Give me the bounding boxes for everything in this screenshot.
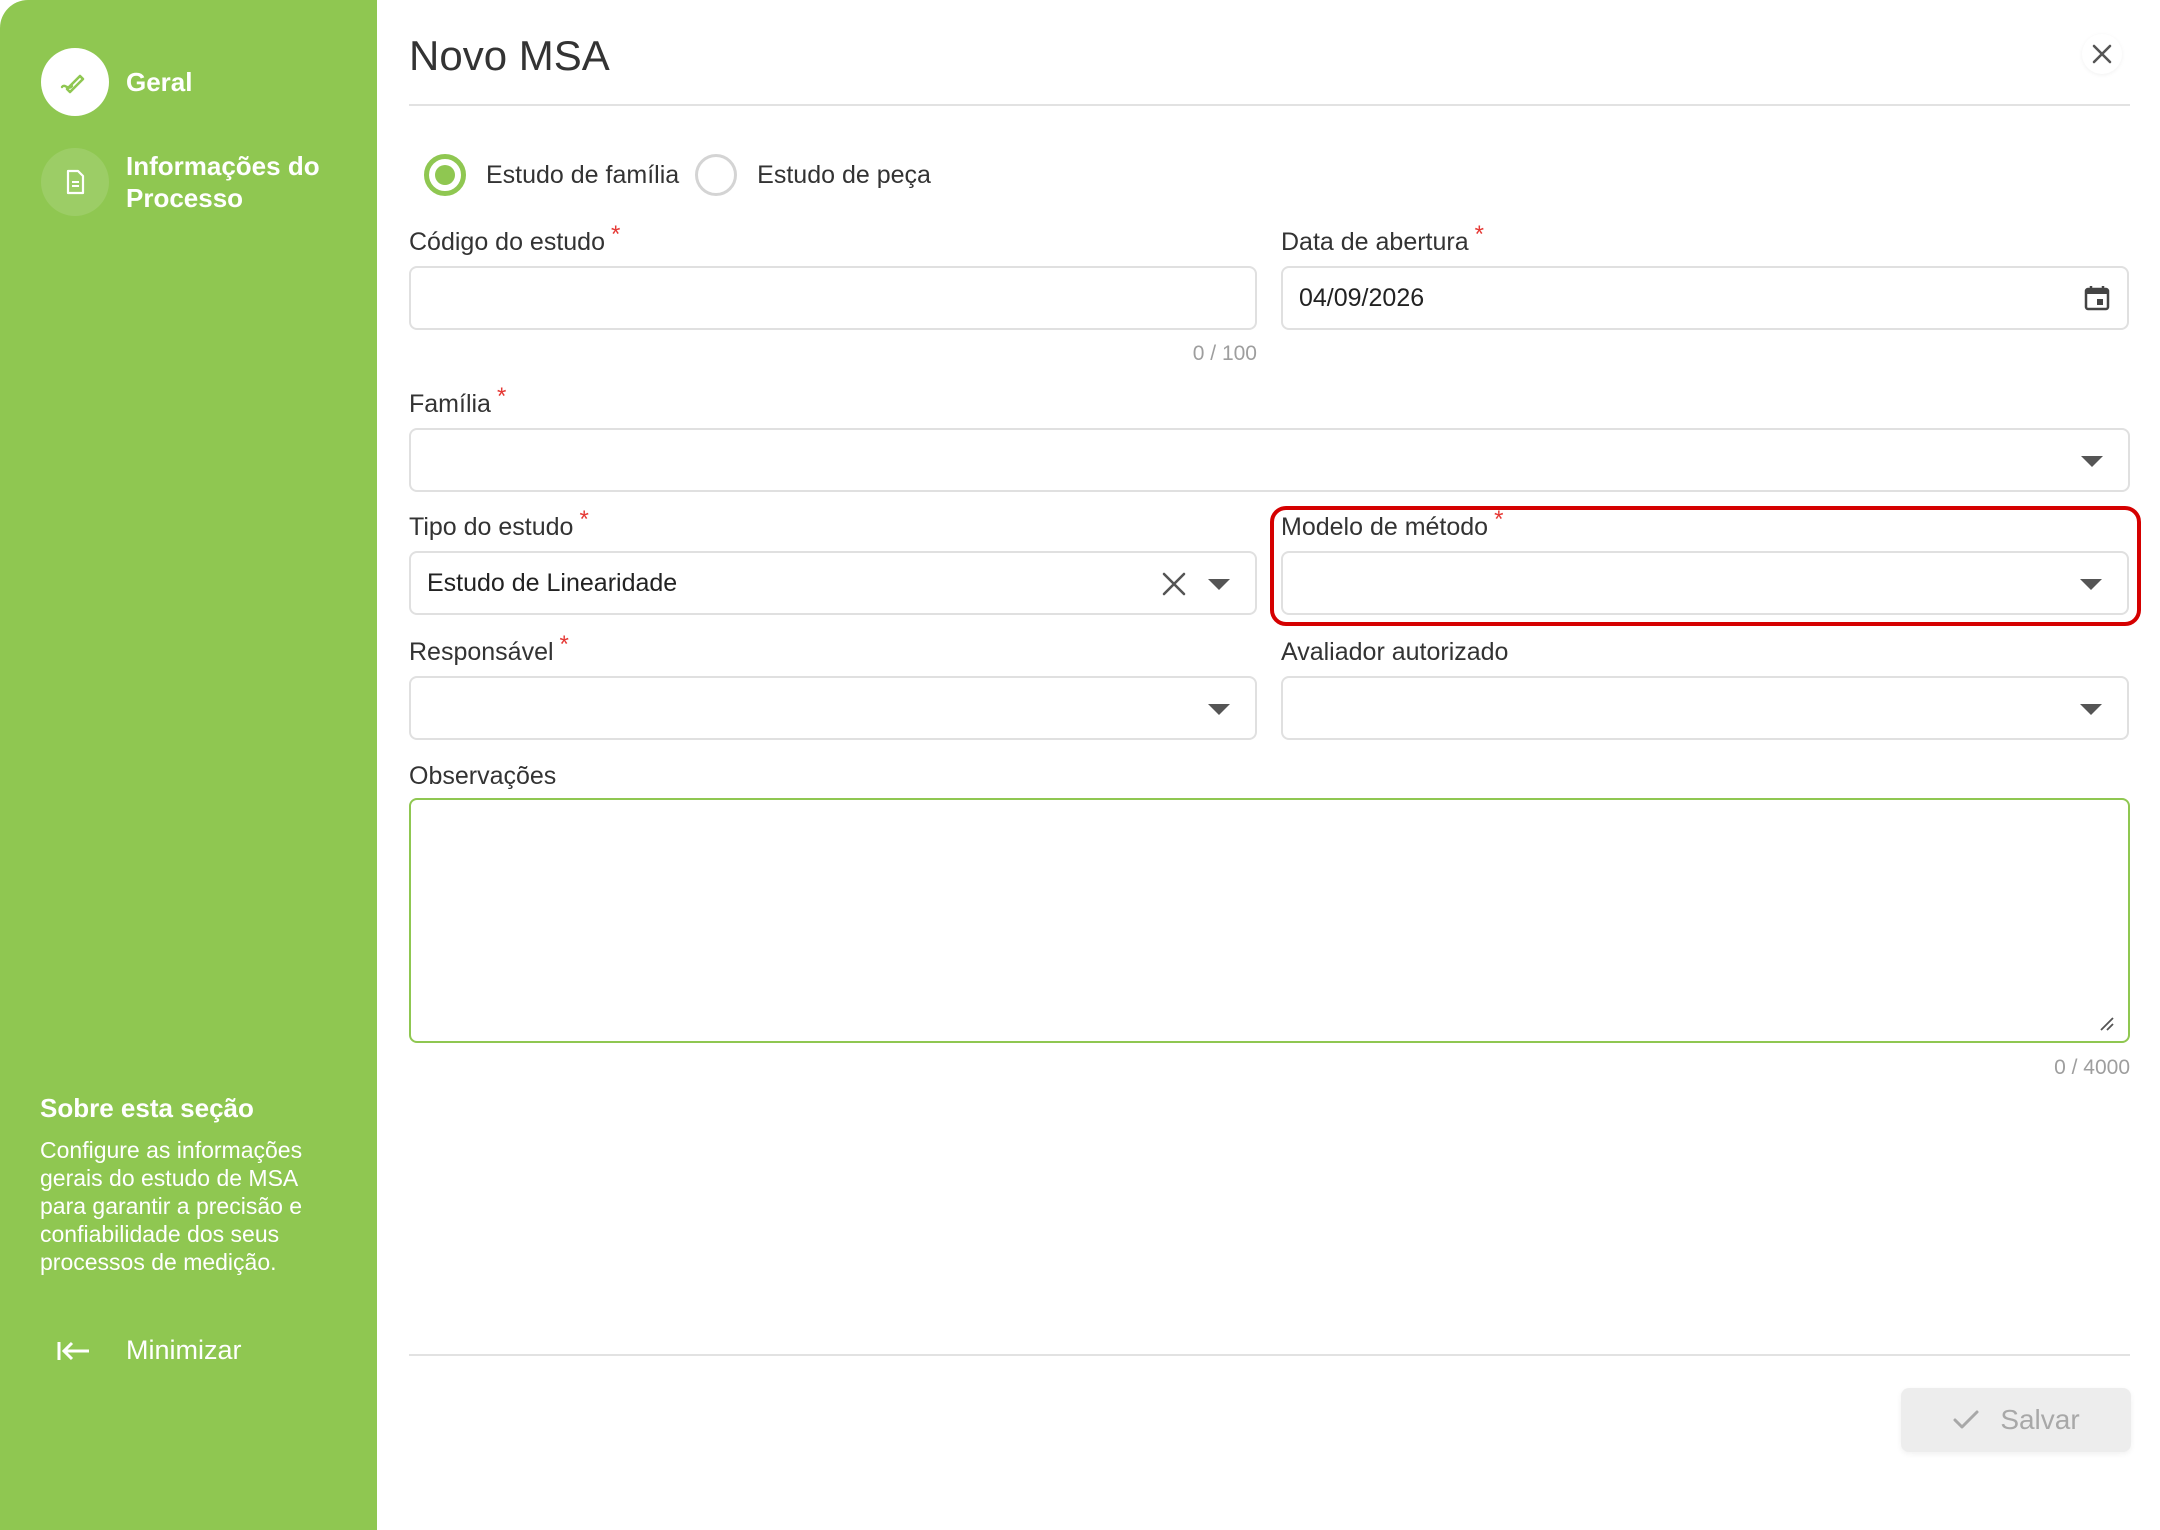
sidebar-item-label: Informações do Processo bbox=[126, 151, 320, 213]
sidebar-item-informacoes[interactable]: Informações do Processo bbox=[41, 148, 346, 216]
save-button[interactable]: Salvar bbox=[1901, 1388, 2131, 1452]
sidebar-item-label: Geral bbox=[126, 67, 193, 97]
radio-label: Estudo de família bbox=[486, 160, 680, 189]
codigo-input[interactable] bbox=[409, 266, 1257, 330]
familia-label: Família * bbox=[409, 383, 507, 418]
about-text: Configure as informações gerais do estud… bbox=[40, 1137, 303, 1275]
tipo-estudo-select[interactable]: Estudo de Linearidade bbox=[409, 551, 1257, 615]
collapse-left-icon bbox=[57, 1341, 89, 1360]
pencil-icon bbox=[60, 74, 85, 94]
data-abertura-label: Data de abertura * bbox=[1281, 221, 1484, 256]
close-icon bbox=[2092, 44, 2112, 64]
observacoes-counter: 0 / 4000 bbox=[2054, 1056, 2130, 1079]
chevron-down-icon[interactable] bbox=[2080, 704, 2102, 715]
chevron-down-icon[interactable] bbox=[2081, 456, 2103, 467]
sidebar-step-circle bbox=[41, 148, 109, 216]
radio-estudo-familia[interactable] bbox=[424, 154, 466, 196]
avaliador-label: Avaliador autorizado bbox=[1281, 638, 1509, 666]
document-icon bbox=[66, 169, 85, 195]
required-mark: * bbox=[559, 631, 569, 658]
dialog-title: Novo MSA bbox=[409, 32, 610, 79]
required-mark: * bbox=[496, 383, 507, 410]
footer-divider bbox=[409, 1354, 2130, 1356]
modelo-metodo-label: Modelo de método * bbox=[1281, 506, 1504, 541]
check-icon bbox=[1953, 1410, 1979, 1429]
clear-icon[interactable] bbox=[1161, 571, 1187, 597]
radio-label: Estudo de peça bbox=[757, 160, 931, 189]
data-abertura-input[interactable]: 04/09/2026 bbox=[1281, 266, 2129, 330]
required-mark: * bbox=[1474, 221, 1484, 248]
tipo-estudo-value: Estudo de Linearidade bbox=[427, 569, 678, 597]
sidebar: Geral Informações do Processo Sobre esta… bbox=[0, 0, 377, 1530]
codigo-label: Código do estudo * bbox=[409, 221, 621, 256]
save-label: Salvar bbox=[2000, 1404, 2080, 1435]
required-mark: * bbox=[579, 506, 589, 533]
minimize-label: Minimizar bbox=[126, 1335, 242, 1365]
chevron-down-icon[interactable] bbox=[2080, 579, 2102, 590]
codigo-counter: 0 / 100 bbox=[1192, 342, 1257, 365]
about-section: Sobre esta seção Configure as informaçõe… bbox=[40, 1093, 340, 1276]
modelo-metodo-select[interactable] bbox=[1281, 551, 2129, 615]
header-divider bbox=[409, 104, 2130, 106]
avaliador-select[interactable] bbox=[1281, 676, 2129, 740]
resize-grip-icon[interactable] bbox=[2098, 1015, 2114, 1031]
observacoes-textarea[interactable] bbox=[409, 798, 2130, 1043]
sidebar-step-circle bbox=[41, 48, 109, 116]
responsavel-select[interactable] bbox=[409, 676, 1257, 740]
chevron-down-icon[interactable] bbox=[1208, 579, 1230, 590]
chevron-down-icon[interactable] bbox=[1208, 704, 1230, 715]
required-mark: * bbox=[1494, 506, 1504, 533]
tipo-estudo-label: Tipo do estudo * bbox=[409, 506, 589, 541]
familia-select[interactable] bbox=[409, 428, 2130, 492]
minimize-button[interactable]: Minimizar bbox=[56, 1335, 242, 1366]
observacoes-label: Observações bbox=[409, 762, 557, 790]
sidebar-item-geral[interactable]: Geral bbox=[41, 48, 193, 116]
about-title: Sobre esta seção bbox=[40, 1093, 254, 1123]
study-type-radio-group: Estudo de família Estudo de peça bbox=[424, 154, 947, 196]
close-button[interactable] bbox=[2082, 34, 2122, 74]
required-mark: * bbox=[610, 221, 621, 248]
responsavel-label: Responsável * bbox=[409, 631, 569, 666]
data-abertura-value: 04/09/2026 bbox=[1299, 284, 1425, 312]
radio-estudo-peca[interactable] bbox=[695, 154, 738, 196]
calendar-icon[interactable] bbox=[2083, 284, 2111, 312]
